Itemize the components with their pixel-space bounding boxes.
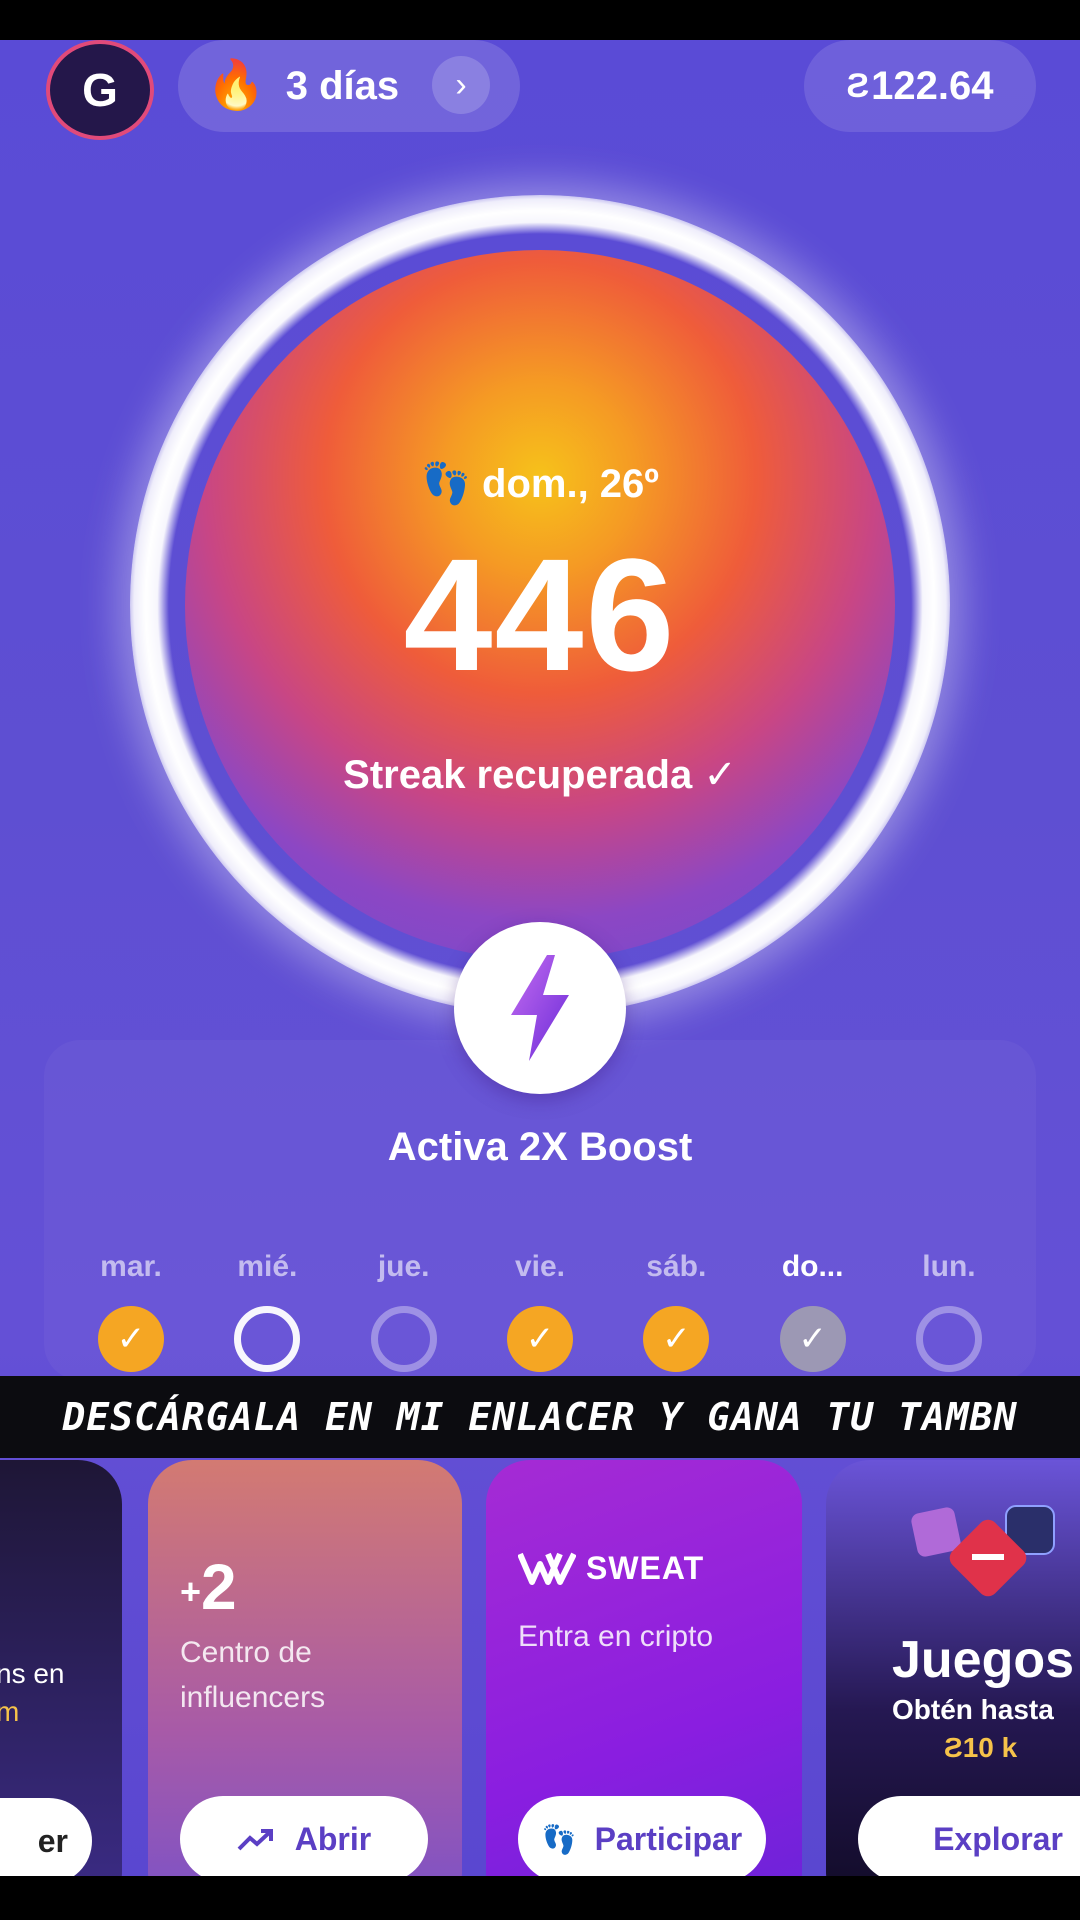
day-item[interactable]: vie. ✓ xyxy=(495,1250,585,1372)
step-count: 446 xyxy=(403,525,677,704)
day-label: mié. xyxy=(237,1250,298,1283)
footsteps-icon: 👣 xyxy=(421,462,471,506)
streak-pill[interactable]: 🔥 3 días › xyxy=(178,40,520,132)
day-label: jue. xyxy=(377,1250,430,1283)
date-label: dom., 26º xyxy=(482,462,659,506)
sweat-brand: SWEAT xyxy=(518,1548,704,1588)
day-label: mar. xyxy=(100,1250,162,1283)
balance-value: 122.64 xyxy=(871,63,994,108)
card-games[interactable]: Juegos Obtén hasta Ƨ10 k Explorar xyxy=(826,1460,1080,1876)
check-icon: ✓ xyxy=(506,1306,573,1372)
check-icon: ✓ xyxy=(779,1306,846,1372)
participate-button-label: Participar xyxy=(594,1820,743,1857)
open-button-label: Abrir xyxy=(294,1820,372,1857)
influencer-desc-line1: Centro de xyxy=(180,1636,312,1669)
day-label: do... xyxy=(781,1250,844,1283)
participate-button[interactable]: 👣 Participar xyxy=(518,1796,766,1876)
day-label: sáb. xyxy=(646,1250,707,1283)
week-days: mar. ✓ mié. jue. vie. ✓ sáb. ✓ do... ✓ lun. xyxy=(86,1250,994,1372)
plus-value: 2 xyxy=(201,1551,237,1623)
sweatcoin-icon: Ƨ xyxy=(846,66,870,105)
influencer-desc-line2: influencers xyxy=(180,1681,326,1714)
sweat-brand-label: SWEAT xyxy=(586,1549,705,1586)
sweatcoin-icon: Ƨ xyxy=(944,1732,963,1763)
boost-button[interactable] xyxy=(454,922,626,1094)
games-amount-value: 10 k xyxy=(962,1732,1018,1763)
home-screen: G 🔥 3 días › Ƨ 122.64 👣 dom., 26º 446 St… xyxy=(0,40,1080,1876)
streak-status: Streak recuperada ✓ xyxy=(343,753,737,797)
day-item[interactable]: sáb. ✓ xyxy=(631,1250,721,1372)
lightning-icon xyxy=(511,955,569,1061)
progress-ring-icon xyxy=(915,1306,982,1372)
boost-label[interactable]: Activa 2X Boost xyxy=(0,1125,1080,1170)
card-sweat[interactable]: SWEAT Entra en cripto 👣 Participar xyxy=(486,1460,802,1876)
explore-button[interactable]: Explorar xyxy=(858,1796,1080,1876)
trending-up-icon xyxy=(237,1829,273,1851)
fire-icon: 🔥 xyxy=(206,59,266,112)
open-button[interactable]: Abrir xyxy=(180,1796,428,1876)
date-line: 👣 dom., 26º xyxy=(0,460,1080,507)
footsteps-icon: 👣 xyxy=(541,1823,577,1855)
check-icon: ✓ xyxy=(98,1306,164,1372)
day-label: vie. xyxy=(514,1250,565,1283)
top-bar: G 🔥 3 días › Ƨ 122.64 xyxy=(0,40,1080,140)
plus-sign: + xyxy=(180,1571,202,1613)
cards-carousel[interactable]: ns en m er +2 Centro de influencers Abri… xyxy=(0,1460,1080,1876)
card-partial-button[interactable]: er xyxy=(0,1798,92,1876)
progress-ring-icon xyxy=(234,1306,301,1372)
games-title: Juegos xyxy=(892,1631,1075,1689)
progress-ring-icon xyxy=(370,1306,437,1372)
day-label: lun. xyxy=(922,1250,976,1283)
overlay-caption: DESCÁRGALA EN MI ENLACER Y GANA TU TAMBN xyxy=(0,1376,1080,1458)
games-amount: Ƨ10 k xyxy=(944,1732,1017,1764)
card-partial-accent: m xyxy=(0,1696,20,1727)
day-item[interactable]: mié. xyxy=(222,1250,312,1372)
day-item[interactable]: jue. xyxy=(359,1250,449,1372)
balance-pill[interactable]: Ƨ 122.64 xyxy=(804,40,1036,132)
card-partial-text: ns en xyxy=(0,1658,65,1689)
day-item[interactable]: mar. ✓ xyxy=(86,1250,176,1372)
avatar[interactable]: G xyxy=(46,40,154,140)
influencer-desc: Centro de influencers xyxy=(180,1630,440,1720)
games-subtitle: Obtén hasta xyxy=(892,1694,1054,1725)
card-partial[interactable]: ns en m er xyxy=(0,1460,122,1876)
streak-label: 3 días xyxy=(285,63,400,108)
sweat-desc: Entra en cripto xyxy=(518,1620,714,1653)
day-item[interactable]: lun. xyxy=(904,1250,994,1372)
influencer-count: +2 xyxy=(180,1550,237,1624)
card-influencers[interactable]: +2 Centro de influencers Abrir xyxy=(148,1460,462,1876)
day-item[interactable]: do... ✓ xyxy=(768,1250,858,1372)
check-icon: ✓ xyxy=(643,1306,710,1372)
games-icon xyxy=(911,1505,1055,1597)
sweat-logo-icon xyxy=(518,1552,576,1585)
chevron-right-icon[interactable]: › xyxy=(432,56,490,114)
